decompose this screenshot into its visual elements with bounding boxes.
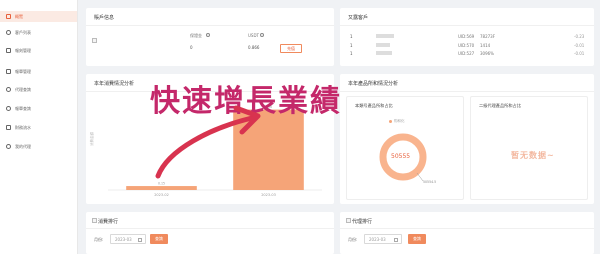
month-label: 月份: <box>94 237 104 242</box>
consumption-ranking-title: 消費排行 <box>98 219 119 225</box>
usdt-value: 0.866 <box>248 45 260 50</box>
promo-overlay-text: 快速增長業績 <box>150 84 342 119</box>
referrer-uid-suffix: 78273F <box>480 34 496 39</box>
agent-product-share-panel: 二級代理產品所和占比 暂无数据~ <box>470 96 588 200</box>
agent-ranking-card: 代理排行 月份: 2023-03 查詢 <box>340 212 594 254</box>
ranking-image-icon <box>92 218 97 223</box>
agent-icon <box>6 87 11 92</box>
referrer-value: -0.23 <box>574 34 585 39</box>
consumption-ranking-card: 消費排行 月份: 2023-03 查詢 <box>86 212 334 254</box>
recharge-button[interactable]: 充值 <box>280 44 302 53</box>
referrer-uid: UID:527 <box>458 51 475 56</box>
sidebar-item-my-agents[interactable]: 我的代理 <box>0 141 77 152</box>
sidebar-item-label: 我的代理 <box>15 143 31 149</box>
month-value: 2023-03 <box>115 236 132 242</box>
team-icon <box>6 144 11 149</box>
donut-center-value: 50555 <box>391 153 411 160</box>
month-picker[interactable]: 2023-03 <box>110 234 146 244</box>
referrer-value: -0.01 <box>574 51 585 56</box>
sidebar-item-label: 報單管理 <box>15 68 31 74</box>
product-share-panel: 本類号產品所和占比 购和化 50555 50554.5 <box>346 96 464 200</box>
sidebar-item-customers[interactable]: 客戶列表 <box>0 27 77 38</box>
card-divider <box>86 228 334 229</box>
donut-callout-label: 50554.5 <box>423 180 437 184</box>
month-picker[interactable]: 2023-03 <box>364 234 402 244</box>
sidebar-item-order-manage[interactable]: 報單管理 <box>0 66 77 77</box>
document-icon <box>6 48 11 53</box>
wallet-icon <box>6 125 11 130</box>
account-info-title: 賬戶信息 <box>94 15 115 21</box>
month-value: 2023-03 <box>369 236 386 242</box>
product-analysis-card: 本年產品所和情況分析 本類号產品所和占比 购和化 50555 50554.5 二… <box>340 74 594 204</box>
sidebar-item-agent-query[interactable]: 代理查詢 <box>0 84 77 95</box>
avatar-image-icon <box>92 38 97 43</box>
usdt-info-icon <box>260 33 264 37</box>
calendar-icon <box>394 238 398 242</box>
account-info-card: 賬戶信息 保證金 0 USDT 0.866 充值 <box>86 8 334 66</box>
blurred-name <box>376 34 394 38</box>
sidebar-item-order-query[interactable]: 報單查詢 <box>0 103 77 114</box>
referrer-index: 1 <box>350 34 353 39</box>
sidebar-item-label: 代理查詢 <box>15 86 31 92</box>
referrer-row: 1 UID:569 78273F -0.23 <box>340 34 594 40</box>
referrer-uid-suffix: 1414 <box>480 43 491 48</box>
referrer-value: -0.01 <box>574 43 585 48</box>
sidebar-item-finance[interactable]: 財務流水 <box>0 122 77 133</box>
month-label: 月份: <box>348 237 358 242</box>
agent-product-share-title: 二級代理產品所和占比 <box>479 103 521 108</box>
x-tick-label: 2023-02 <box>154 193 169 197</box>
card-divider <box>86 25 334 26</box>
dashboard-icon <box>6 14 11 19</box>
referrer-uid: UID:569 <box>458 34 475 39</box>
list-icon <box>6 69 11 74</box>
referrer-row: 1 UID:570 1414 -0.01 <box>340 43 594 49</box>
deposit-value: 0 <box>190 45 193 50</box>
search-icon <box>6 106 11 111</box>
referrer-uid: UID:570 <box>458 43 475 48</box>
deposit-label: 保證金 <box>190 33 202 38</box>
bar-2023-02 <box>126 186 197 190</box>
sidebar-item-label: 概覽 <box>15 13 23 19</box>
sidebar: 概覽 客戶列表 報刻管理 報單管理 代理查詢 報單查詢 財務流水 我的代理 <box>0 0 78 254</box>
deposit-info-icon <box>206 33 210 37</box>
referrers-title: 又露客戶 <box>348 15 369 21</box>
sidebar-item-overview[interactable]: 概覽 <box>0 11 77 22</box>
bar-2023-03 <box>233 109 304 190</box>
usdt-label: USDT <box>248 33 259 38</box>
agent-ranking-title: 代理排行 <box>352 219 373 225</box>
user-icon <box>6 30 11 35</box>
card-divider <box>340 228 594 229</box>
sidebar-item-label: 客戶列表 <box>15 29 31 35</box>
card-divider <box>340 25 594 26</box>
calendar-icon <box>138 238 142 242</box>
blurred-name <box>376 51 392 55</box>
referrer-index: 1 <box>350 51 353 56</box>
bar-value-label: 0.15 <box>158 182 165 186</box>
referrers-card: 又露客戶 1 UID:569 78273F -0.23 1 UID:570 14… <box>340 8 594 66</box>
x-tick-label: 2023-03 <box>261 193 276 197</box>
card-divider <box>340 91 594 92</box>
referrer-index: 1 <box>350 43 353 48</box>
donut-chart <box>379 133 427 182</box>
sidebar-item-report-manage[interactable]: 報刻管理 <box>0 45 77 56</box>
query-button[interactable]: 查詢 <box>150 234 168 244</box>
ranking-image-icon <box>346 218 351 223</box>
sidebar-item-label: 報刻管理 <box>15 47 31 53</box>
query-button[interactable]: 查詢 <box>408 234 426 244</box>
referrer-row: 1 UID:527 3096% -0.01 <box>340 51 594 57</box>
empty-state-text: 暂无数据~ <box>511 151 555 160</box>
referrer-uid-suffix: 3096% <box>480 51 494 56</box>
product-analysis-title: 本年產品所和情況分析 <box>348 81 399 87</box>
sidebar-item-label: 財務流水 <box>15 124 31 130</box>
blurred-name <box>376 43 390 47</box>
sidebar-item-label: 報單查詢 <box>15 105 31 111</box>
